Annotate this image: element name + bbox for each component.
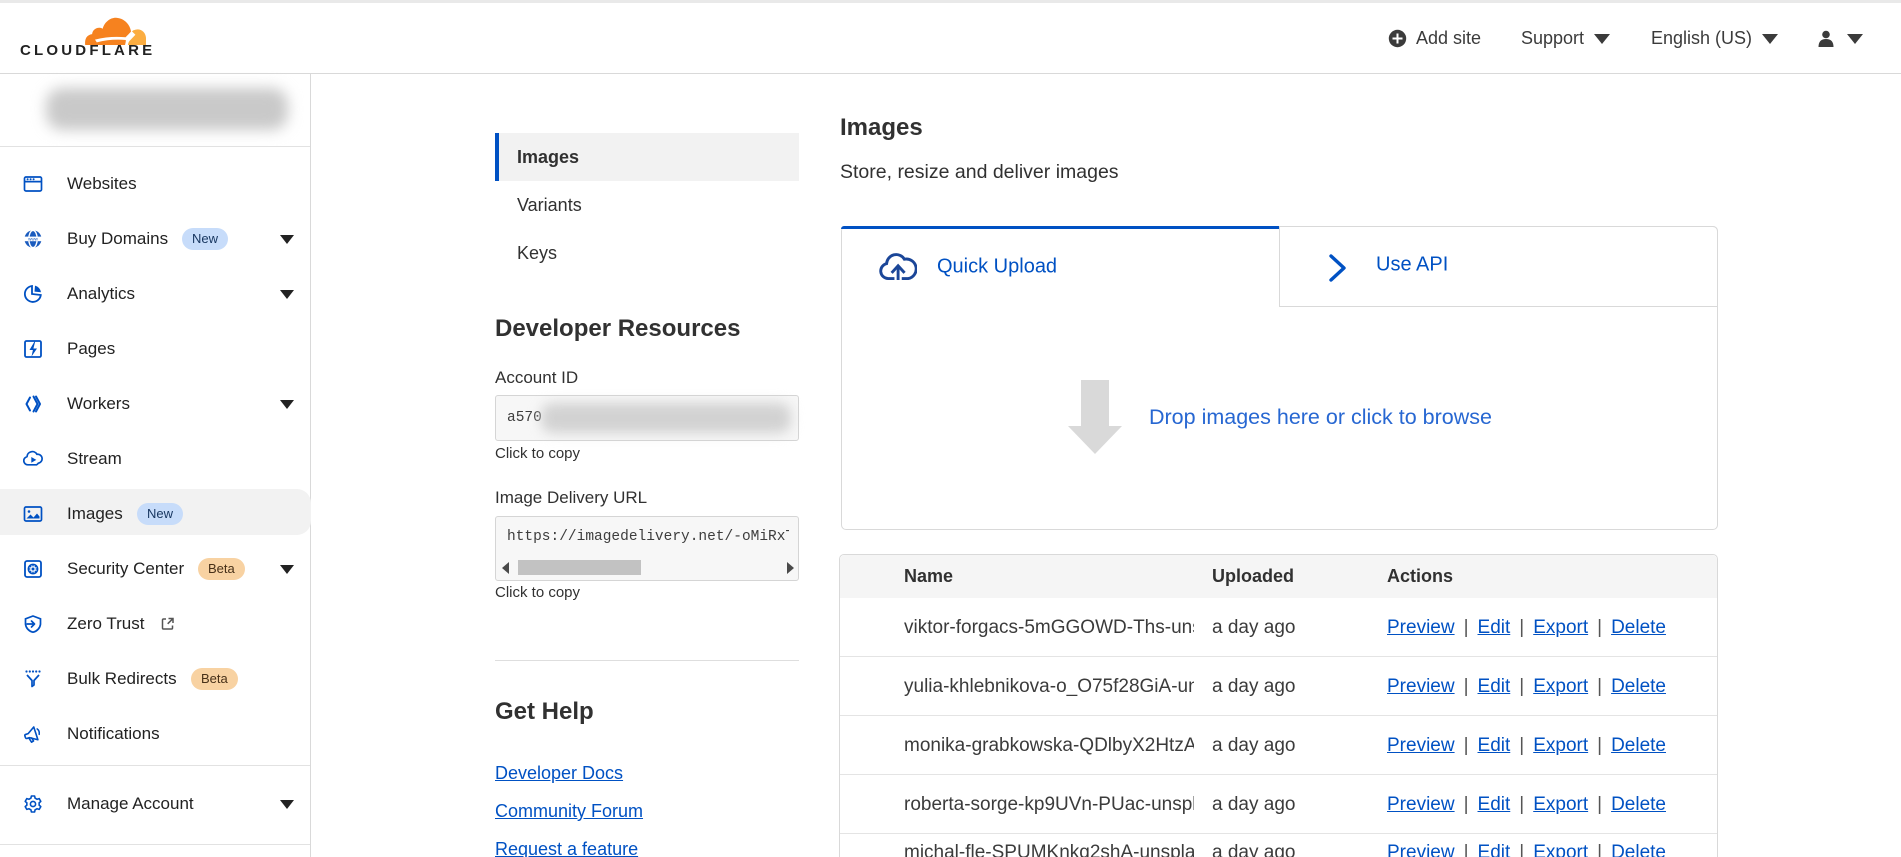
svg-text:www: www (28, 237, 38, 242)
